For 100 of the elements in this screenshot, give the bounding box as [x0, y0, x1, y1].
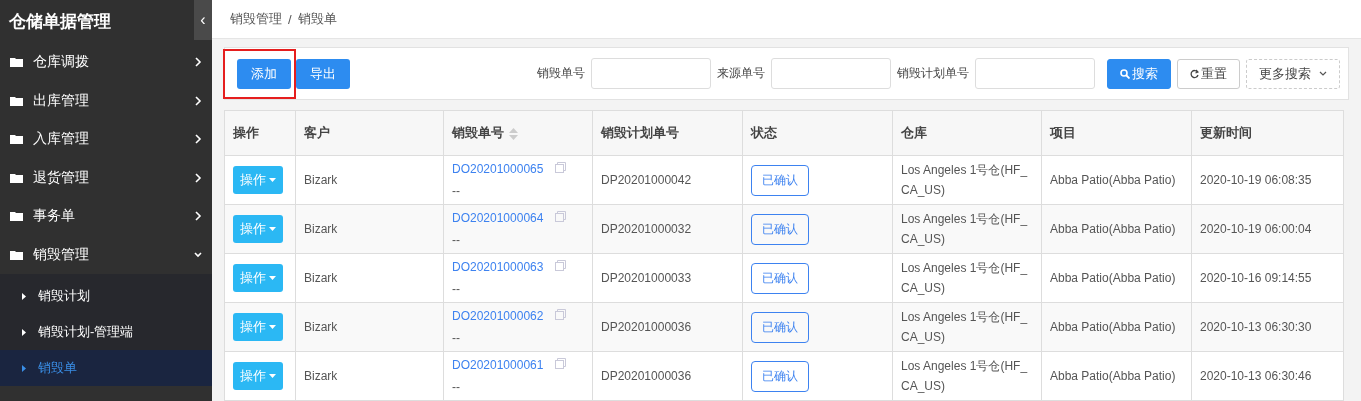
folder-icon: [10, 57, 23, 68]
status-tag: 已确认: [751, 213, 809, 245]
caret-icon: [22, 292, 26, 300]
chevron-down-icon: [1319, 71, 1327, 76]
order-link[interactable]: DO20201000062: [452, 309, 544, 323]
status-tag: 已确认: [751, 311, 809, 343]
caret-icon: [22, 328, 26, 336]
column-header: 销毁计划单号: [592, 110, 743, 156]
order-link[interactable]: DO20201000064: [452, 211, 544, 225]
column-header: 项目: [1041, 110, 1192, 156]
breadcrumb-item[interactable]: 销毁管理: [230, 10, 282, 28]
filter-field[interactable]: [975, 58, 1095, 89]
caret-icon: [269, 227, 276, 231]
status-tag: 已确认: [751, 262, 809, 294]
table-cell: Abba Patio(Abba Patio): [1041, 302, 1192, 352]
chevron-icon: [194, 211, 202, 222]
table-cell: 2020-10-16 09:14:55: [1191, 253, 1344, 303]
table-cell: DP20201000033: [592, 253, 743, 303]
caret-icon: [269, 276, 276, 280]
filter-field[interactable]: [771, 58, 891, 89]
table-cell: Bizark: [295, 351, 444, 401]
table-cell: Bizark: [295, 302, 444, 352]
menu-item[interactable]: 退货管理: [0, 158, 212, 197]
table-cell: Abba Patio(Abba Patio): [1041, 204, 1192, 254]
caret-icon: [269, 325, 276, 329]
folder-icon: [10, 134, 23, 145]
submenu-item[interactable]: 销毁单: [0, 350, 212, 386]
folder-icon: [10, 249, 23, 260]
order-link[interactable]: DO20201000061: [452, 358, 544, 372]
table-cell: --: [452, 233, 460, 247]
column-header[interactable]: 销毁单号: [443, 110, 593, 156]
status-tag: 已确认: [751, 164, 809, 196]
table-cell: Abba Patio(Abba Patio): [1041, 253, 1192, 303]
copy-icon[interactable]: [555, 309, 567, 320]
table-cell: DP20201000042: [592, 155, 743, 205]
caret-icon: [269, 374, 276, 378]
order-link[interactable]: DO20201000065: [452, 162, 544, 176]
caret-icon: [269, 178, 276, 182]
submenu-item[interactable]: 销毁计划: [0, 278, 212, 314]
chevron-icon: [194, 95, 202, 106]
column-header: 客户: [295, 110, 444, 156]
filter-label: 销毁单号: [537, 65, 585, 82]
search-button[interactable]: 搜索: [1107, 58, 1171, 89]
folder-icon: [10, 211, 23, 222]
breadcrumb-item: 销毁单: [297, 10, 337, 28]
submenu-item[interactable]: 销毁计划-管理端: [0, 314, 212, 350]
table-cell: Los Angeles 1号仓(HF_CA_US): [892, 302, 1042, 352]
add-button[interactable]: 添加: [237, 58, 291, 89]
column-header: 状态: [742, 110, 893, 156]
menu-item[interactable]: 仓库调拨: [0, 43, 212, 82]
table-cell: DP20201000036: [592, 351, 743, 401]
table-cell: --: [452, 184, 460, 198]
copy-icon[interactable]: [555, 358, 567, 369]
menu-item[interactable]: 出库管理: [0, 81, 212, 120]
menu-item[interactable]: 事务单: [0, 197, 212, 236]
table-cell: Los Angeles 1号仓(HF_CA_US): [892, 204, 1042, 254]
column-header: 更新时间: [1191, 110, 1344, 156]
table-cell: --: [452, 282, 460, 296]
table-cell: Los Angeles 1号仓(HF_CA_US): [892, 155, 1042, 205]
chevron-icon: [194, 249, 202, 260]
status-tag: 已确认: [751, 360, 809, 392]
table-cell: Abba Patio(Abba Patio): [1041, 351, 1192, 401]
copy-icon[interactable]: [555, 260, 567, 271]
chevron-icon: [194, 57, 202, 68]
copy-icon[interactable]: [555, 211, 567, 222]
copy-icon[interactable]: [555, 162, 567, 173]
table-cell: 2020-10-13 06:30:46: [1191, 351, 1344, 401]
export-button[interactable]: 导出: [296, 58, 350, 89]
table-cell: --: [452, 331, 460, 345]
filter-label: 销毁计划单号: [897, 65, 969, 82]
menu-item[interactable]: 入库管理: [0, 120, 212, 159]
table-cell: Bizark: [295, 253, 444, 303]
filter-field[interactable]: [591, 58, 711, 89]
breadcrumb-separator: /: [288, 11, 292, 27]
table-cell: Abba Patio(Abba Patio): [1041, 155, 1192, 205]
order-link[interactable]: DO20201000063: [452, 260, 544, 274]
folder-icon: [10, 172, 23, 183]
sort-icon: [509, 127, 518, 140]
folder-icon: [10, 95, 23, 106]
chevron-icon: [194, 134, 202, 145]
table-cell: Los Angeles 1号仓(HF_CA_US): [892, 351, 1042, 401]
collapse-button[interactable]: ‹: [194, 0, 212, 40]
refresh-icon: [1190, 68, 1199, 79]
table-cell: DP20201000036: [592, 302, 743, 352]
table-cell: 2020-10-19 06:00:04: [1191, 204, 1344, 254]
table-cell: DP20201000032: [592, 204, 743, 254]
menu-item[interactable]: 销毁管理: [0, 235, 212, 274]
table-cell: 2020-10-19 06:08:35: [1191, 155, 1344, 205]
table-cell: Bizark: [295, 204, 444, 254]
table-cell: Los Angeles 1号仓(HF_CA_US): [892, 253, 1042, 303]
table-cell: Bizark: [295, 155, 444, 205]
filter-label: 来源单号: [717, 65, 765, 82]
search-icon: [1120, 68, 1130, 79]
table-cell: 2020-10-13 06:30:30: [1191, 302, 1344, 352]
column-header: 仓库: [892, 110, 1042, 156]
more-search-button[interactable]: 更多搜索: [1246, 58, 1340, 89]
app-title: 仓储单据管理: [8, 11, 112, 33]
caret-icon: [22, 364, 26, 372]
reset-button[interactable]: 重置: [1177, 58, 1240, 89]
table-cell: --: [452, 380, 460, 394]
